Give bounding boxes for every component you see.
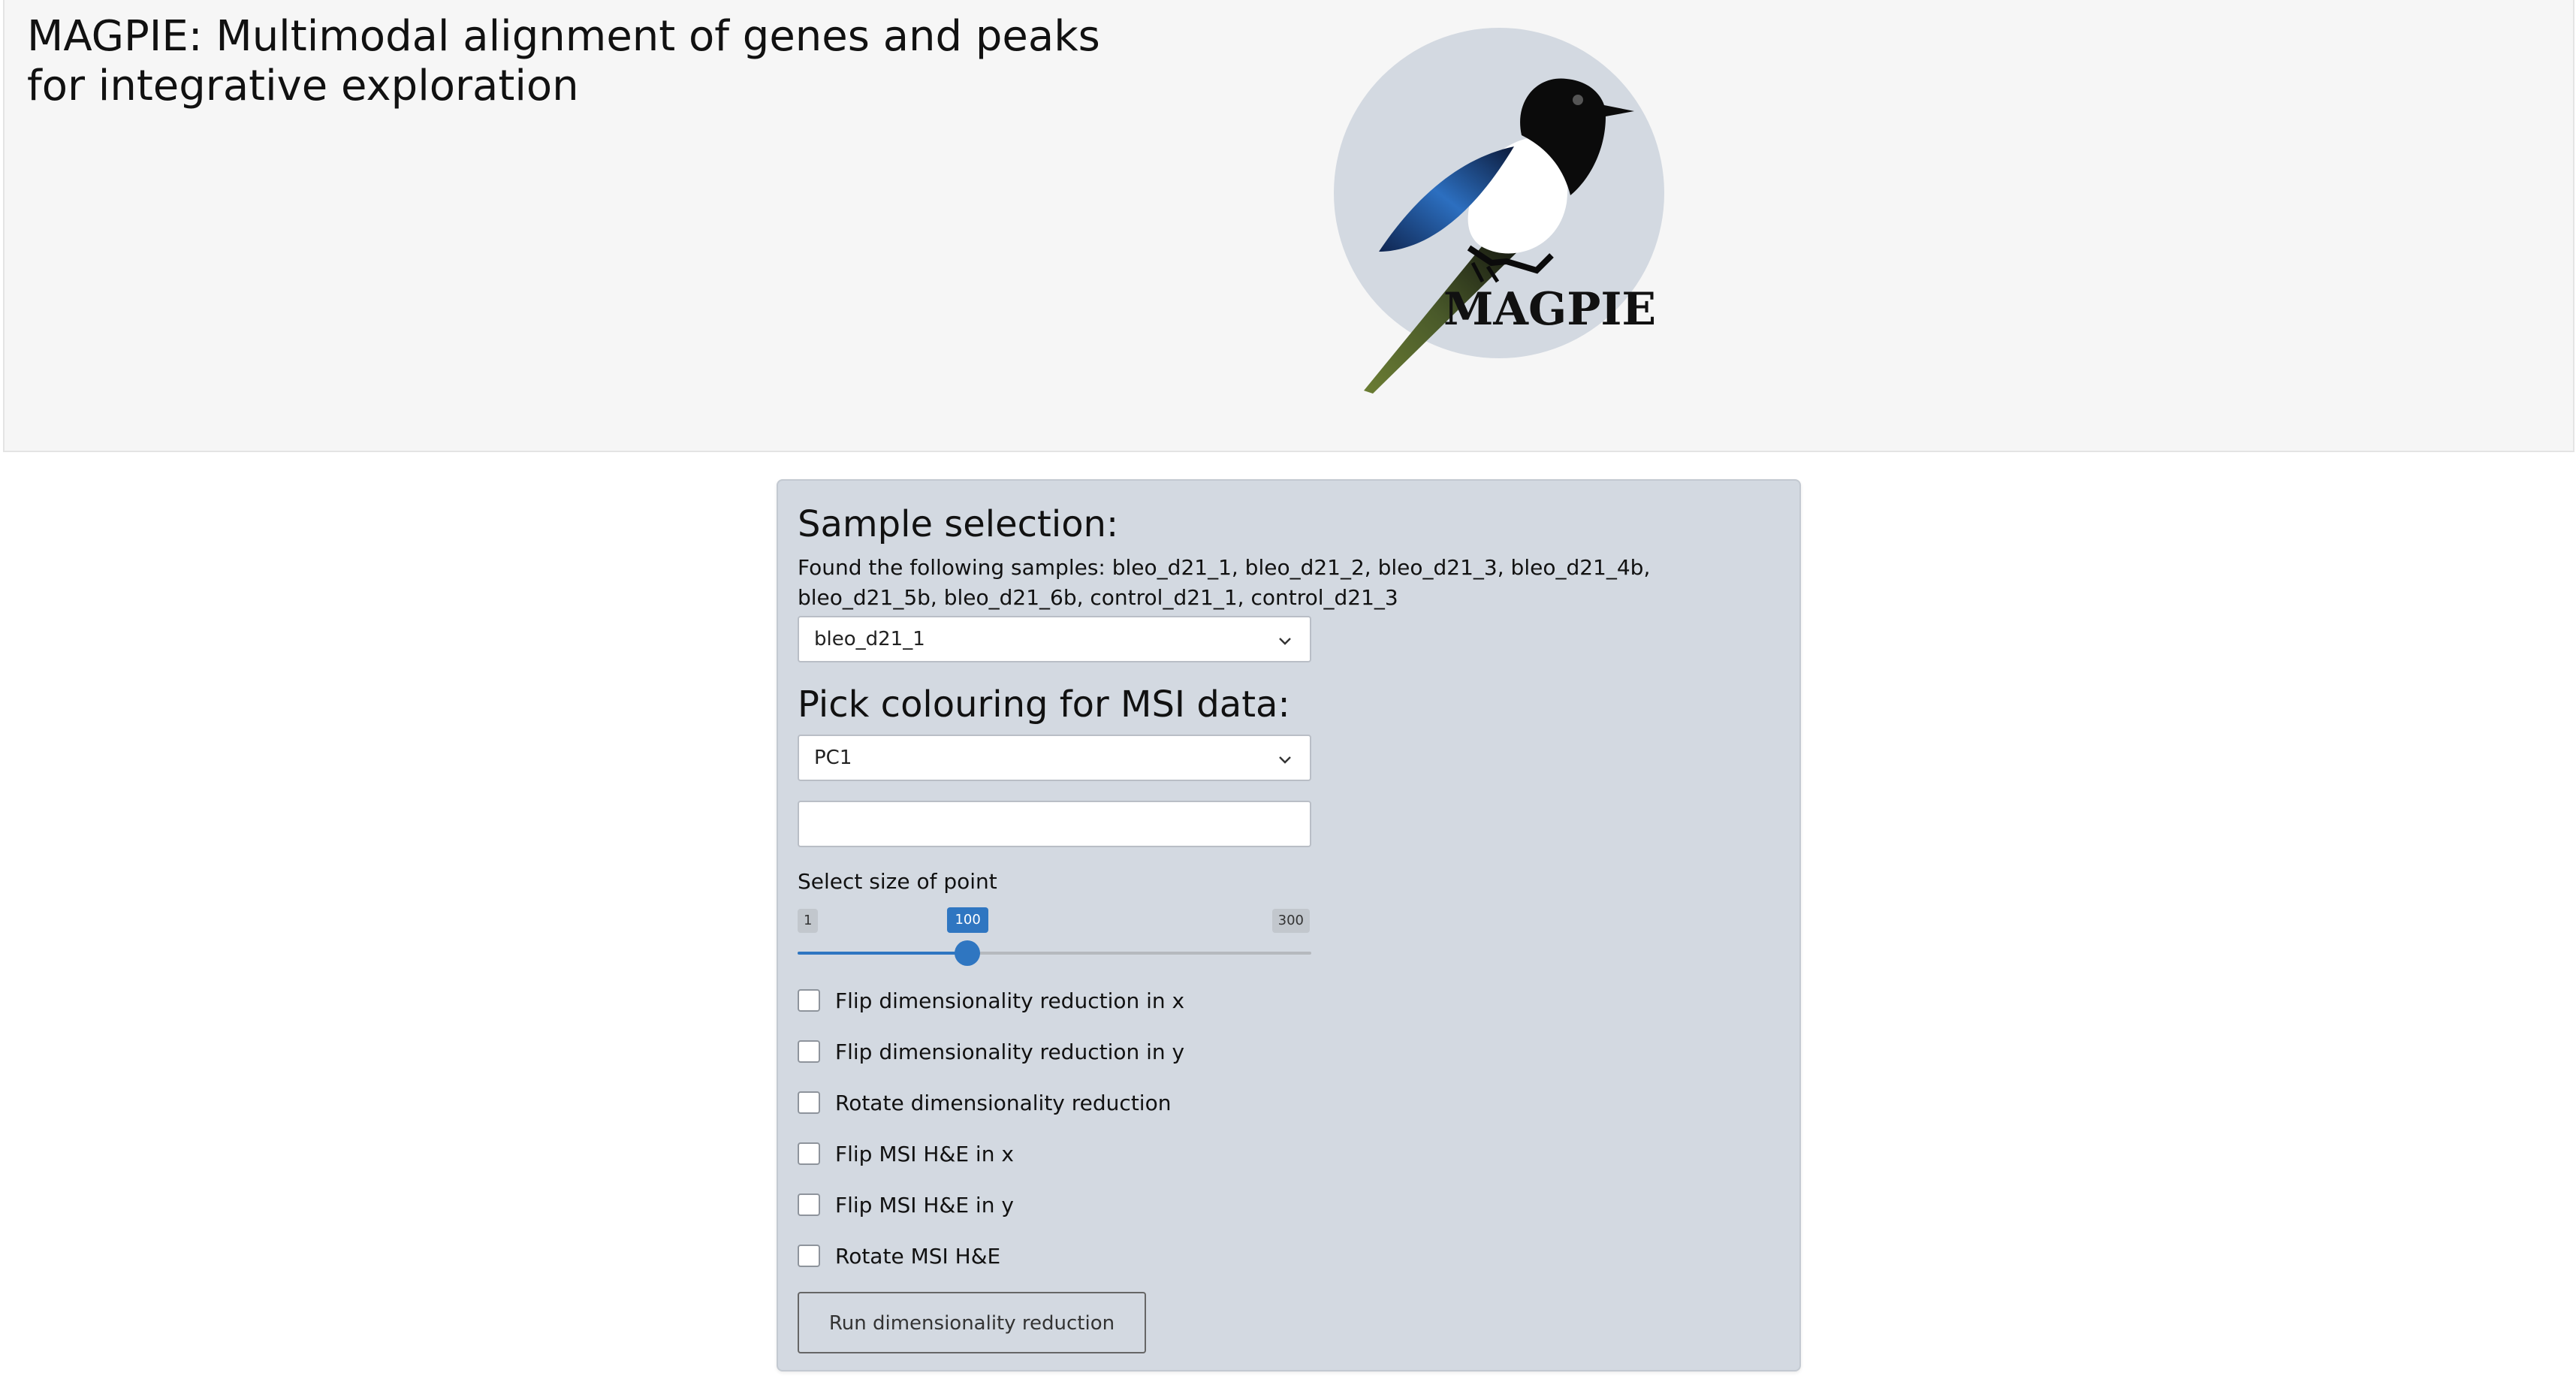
checkbox-label: Flip MSI H&E in y	[835, 1192, 1014, 1218]
slider-min-label: 1	[798, 909, 819, 933]
sample-selection-heading: Sample selection:	[798, 503, 1119, 545]
point-size-label: Select size of point	[798, 869, 997, 894]
checkbox-row[interactable]: Flip dimensionality reduction in x	[798, 985, 1184, 1015]
checkbox-label: Flip MSI H&E in x	[835, 1141, 1014, 1166]
checkbox[interactable]	[798, 1040, 820, 1063]
slider-value-label: 100	[947, 907, 988, 933]
page-title: MAGPIE: Multimodal alignment of genes an…	[27, 12, 1100, 110]
checkbox-row[interactable]: Flip MSI H&E in y	[798, 1190, 1014, 1220]
checkbox-row[interactable]: Rotate MSI H&E	[798, 1241, 1000, 1271]
logo-wordmark: MAGPIE	[1443, 283, 1656, 336]
sample-select[interactable]: bleo_d21_1	[798, 616, 1311, 662]
found-samples-text: Found the following samples: bleo_d21_1,…	[798, 555, 1651, 610]
checkbox[interactable]	[798, 989, 820, 1012]
slider-fill	[798, 952, 968, 955]
chevron-down-icon	[1279, 638, 1291, 645]
checkbox[interactable]	[798, 1142, 820, 1165]
chevron-down-icon	[1279, 756, 1291, 764]
checkbox-label: Flip dimensionality reduction in x	[835, 988, 1185, 1013]
checkbox[interactable]	[798, 1193, 820, 1216]
sidebar-panel: Sample selection: Found the following sa…	[777, 479, 1801, 1371]
colouring-heading: Pick colouring for MSI data:	[798, 683, 1290, 726]
slider-max-label: 300	[1271, 909, 1310, 933]
checkbox-row[interactable]: Flip MSI H&E in x	[798, 1139, 1014, 1169]
colouring-select-value: PC1	[814, 747, 852, 769]
checkbox-label: Rotate dimensionality reduction	[835, 1090, 1172, 1115]
checkbox-label: Flip dimensionality reduction in y	[835, 1039, 1185, 1064]
colouring-text-input[interactable]	[798, 801, 1311, 847]
checkbox-row[interactable]: Flip dimensionality reduction in y	[798, 1036, 1184, 1067]
magpie-logo: MAGPIE	[1334, 28, 1664, 394]
checkbox[interactable]	[798, 1245, 820, 1267]
checkbox[interactable]	[798, 1091, 820, 1114]
colouring-select[interactable]: PC1	[798, 735, 1311, 781]
checkbox-row[interactable]: Rotate dimensionality reduction	[798, 1088, 1171, 1118]
sample-select-value: bleo_d21_1	[814, 628, 925, 650]
slider-handle[interactable]	[955, 940, 981, 966]
run-dimensionality-reduction-button[interactable]: Run dimensionality reduction	[798, 1292, 1146, 1353]
app-header: MAGPIE: Multimodal alignment of genes an…	[3, 0, 2574, 452]
checkbox-label: Rotate MSI H&E	[835, 1243, 1001, 1269]
